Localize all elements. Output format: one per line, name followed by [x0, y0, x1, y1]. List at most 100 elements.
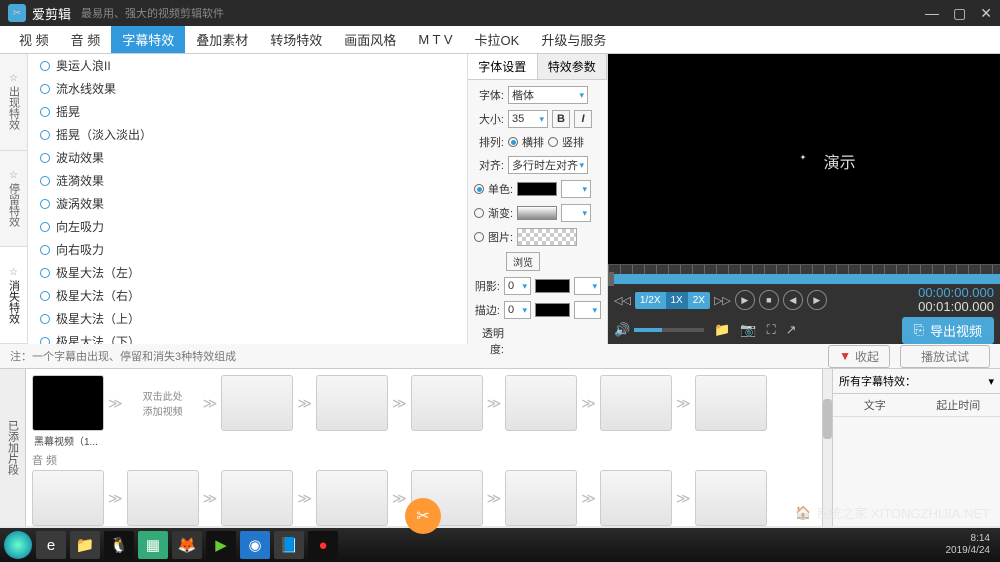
volume-slider[interactable] — [634, 328, 704, 332]
font-select[interactable]: 楷体 — [508, 86, 588, 104]
fx-item[interactable]: 漩涡效果 — [28, 192, 467, 215]
tab-audio[interactable]: 音 频 — [60, 26, 112, 53]
color-pic-radio[interactable] — [474, 232, 484, 242]
tab-mtv[interactable]: M T V — [407, 26, 463, 53]
fx-item[interactable]: 涟漪效果 — [28, 169, 467, 192]
clip-empty[interactable] — [505, 375, 577, 431]
stroke-color[interactable] — [535, 303, 570, 317]
size-select[interactable]: 35 — [508, 110, 548, 128]
speed-2x[interactable]: 2X — [688, 292, 710, 309]
taskbar-explorer-icon[interactable]: 📁 — [70, 531, 100, 559]
export-button[interactable]: ⎘导出视频 — [902, 317, 994, 344]
try-play-button[interactable]: 播放试试 — [900, 345, 990, 368]
align-select[interactable]: 多行时左对齐 — [508, 156, 588, 174]
fx-item[interactable]: 极星大法（下） — [28, 330, 467, 344]
clip-empty[interactable] — [32, 470, 104, 526]
clip-empty[interactable] — [695, 375, 767, 431]
fx-item[interactable]: 极星大法（上） — [28, 307, 467, 330]
video-track[interactable]: ≫ 双击此处添加视频 ≫ ≫ ≫ ≫ ≫ ≫ — [32, 375, 816, 431]
shadow-color[interactable] — [535, 279, 570, 293]
next-button[interactable]: ▶ — [807, 290, 827, 310]
progress-bar[interactable] — [608, 274, 1000, 284]
taskbar-app-icon[interactable]: 🐧 — [104, 531, 134, 559]
fx-item[interactable]: 流水线效果 — [28, 77, 467, 100]
stop-button[interactable]: ■ — [759, 290, 779, 310]
fx-item[interactable]: 摇晃 — [28, 100, 467, 123]
fullscreen-icon[interactable]: ⛶ — [767, 322, 776, 338]
close-icon[interactable]: ✕ — [980, 5, 992, 22]
arrange-v-radio[interactable] — [548, 137, 558, 147]
timeline-ruler[interactable] — [608, 264, 1000, 274]
clip-empty[interactable] — [600, 375, 672, 431]
play-button[interactable]: ▶ — [735, 290, 755, 310]
fx-item[interactable]: 摇晃（淡入淡出） — [28, 123, 467, 146]
settings-icon[interactable]: ↗ — [786, 322, 797, 338]
minimize-icon[interactable]: — — [925, 5, 939, 22]
clip-empty[interactable] — [316, 470, 388, 526]
taskbar-firefox-icon[interactable]: 🦊 — [172, 531, 202, 559]
tab-video[interactable]: 视 频 — [8, 26, 60, 53]
gradient-swatch[interactable] — [517, 206, 557, 220]
prev-frame-icon[interactable]: ◁◁ — [614, 294, 631, 307]
solid-color-swatch[interactable] — [517, 182, 557, 196]
clip-empty[interactable] — [411, 375, 483, 431]
maximize-icon[interactable]: ▢ — [953, 5, 966, 22]
taskbar-app-icon[interactable]: ▦ — [138, 531, 168, 559]
open-folder-icon[interactable]: 📁 — [714, 322, 730, 338]
speed-1x[interactable]: 1X — [666, 292, 688, 309]
tab-subtitle-fx[interactable]: 字幕特效 — [111, 26, 185, 53]
transition-icon[interactable]: ≫ — [108, 395, 123, 412]
proptab-font[interactable]: 字体设置 — [468, 54, 538, 79]
clip-empty[interactable] — [221, 470, 293, 526]
prev-button[interactable]: ◀ — [783, 290, 803, 310]
taskbar-ie-icon[interactable]: e — [36, 531, 66, 559]
fx-item[interactable]: 极星大法（右） — [28, 284, 467, 307]
clip-empty[interactable] — [600, 470, 672, 526]
tab-transition[interactable]: 转场特效 — [259, 26, 333, 53]
cut-button[interactable]: ✂ — [405, 498, 441, 534]
clip-empty[interactable] — [316, 375, 388, 431]
shadow-size[interactable]: 0 — [504, 277, 531, 295]
taskbar-record-icon[interactable]: ● — [308, 531, 338, 559]
fx-item[interactable]: 极星大法（左） — [28, 261, 467, 284]
tab-overlay[interactable]: 叠加素材 — [185, 26, 259, 53]
tab-style[interactable]: 画面风格 — [333, 26, 407, 53]
clip-empty[interactable] — [505, 470, 577, 526]
clip-empty[interactable] — [221, 375, 293, 431]
tab-karaoke[interactable]: 卡拉OK — [464, 26, 531, 53]
color-grad-radio[interactable] — [474, 208, 484, 218]
color-dropdown[interactable] — [561, 180, 591, 198]
arrange-h-radio[interactable] — [508, 137, 518, 147]
speed-half[interactable]: 1/2X — [635, 292, 666, 309]
playhead[interactable] — [608, 272, 614, 286]
snapshot-icon[interactable]: 📷 — [740, 322, 756, 338]
volume-icon[interactable]: 🔊 — [614, 322, 630, 338]
color-solid-radio[interactable] — [474, 184, 484, 194]
system-tray[interactable]: 8:142019/4/24 — [946, 533, 997, 557]
taskbar-app-icon[interactable]: ◉ — [240, 531, 270, 559]
clip-empty[interactable] — [127, 470, 199, 526]
bold-button[interactable]: B — [552, 110, 570, 128]
sidetab-appear[interactable]: ☆出现特效 — [0, 54, 27, 151]
texture-swatch[interactable] — [517, 228, 577, 246]
collapse-button[interactable]: ▼收起 — [828, 345, 890, 368]
effect-list[interactable]: 奥运人浪II 流水线效果 摇晃 摇晃（淡入淡出） 波动效果 涟漪效果 漩涡效果 … — [28, 54, 468, 344]
taskbar-app-icon[interactable]: ▶ — [206, 531, 236, 559]
sidetab-disappear[interactable]: ☆消失特效 — [0, 247, 27, 344]
fx-item[interactable]: 奥运人浪II — [28, 54, 467, 77]
fx-item[interactable]: 向右吸力 — [28, 238, 467, 261]
start-button[interactable] — [4, 531, 32, 559]
proptab-fxparams[interactable]: 特效参数 — [538, 54, 608, 79]
clip-empty[interactable] — [695, 470, 767, 526]
taskbar-app-icon[interactable]: 📘 — [274, 531, 304, 559]
add-video-hint[interactable]: 双击此处添加视频 — [127, 375, 199, 431]
italic-button[interactable]: I — [574, 110, 592, 128]
next-frame-icon[interactable]: ▷▷ — [714, 294, 731, 307]
gradient-dropdown[interactable] — [561, 204, 591, 222]
browse-button[interactable]: 浏览 — [506, 252, 540, 271]
sidetab-stay[interactable]: ☆停留特效 — [0, 151, 27, 248]
fx-panel-dropdown-icon[interactable]: ▾ — [988, 375, 994, 388]
clip-black[interactable] — [32, 375, 104, 431]
fx-item[interactable]: 向左吸力 — [28, 215, 467, 238]
video-canvas[interactable]: ✦演示 — [608, 54, 1000, 264]
